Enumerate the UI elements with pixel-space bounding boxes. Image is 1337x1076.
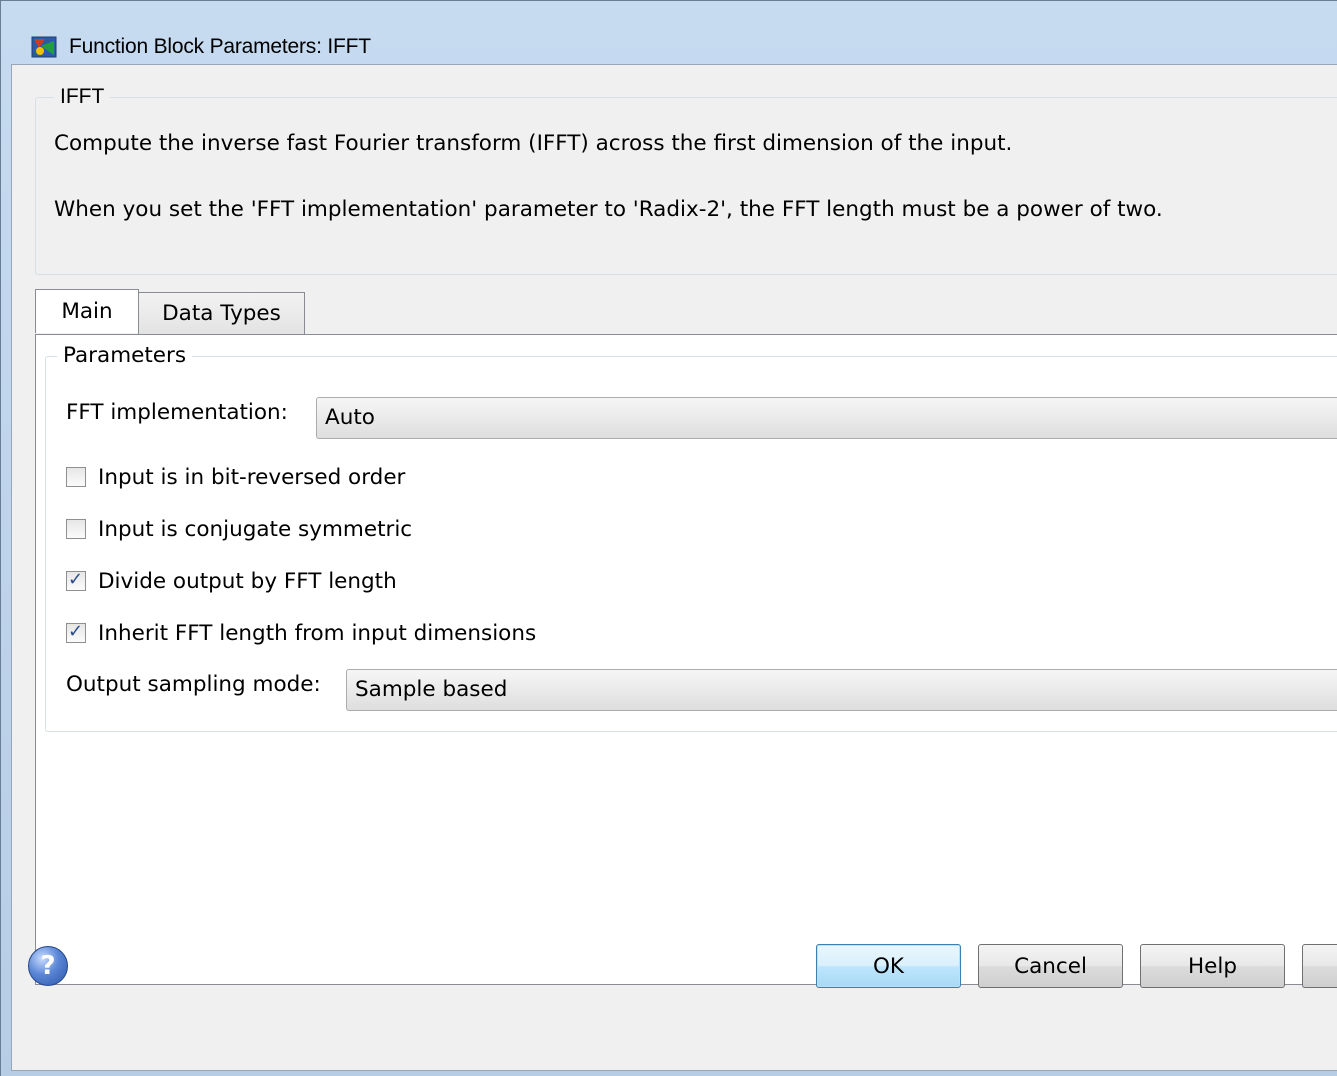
description-line-1: Compute the inverse fast Fourier transfo… [54,131,1013,156]
bit-reversed-checkbox[interactable] [66,467,86,487]
output-sampling-mode-value: Sample based [355,677,508,702]
help-button-label: Help [1187,953,1237,979]
title-bar[interactable]: Function Block Parameters: IFFT [1,1,1337,58]
output-sampling-mode-select[interactable]: Sample based [346,669,1337,711]
cancel-button[interactable]: Cancel [978,944,1123,988]
tab-panel-main: Parameters FFT implementation: Auto Inpu… [35,334,1337,985]
ok-button-label: OK [872,953,905,979]
checkmark-icon: ✓ [68,621,84,642]
description-group-label: IFFT [54,85,111,109]
conjugate-symmetric-label: Input is conjugate symmetric [98,516,413,542]
tab-main[interactable]: Main [35,289,139,333]
divide-output-checkbox-row[interactable]: ✓ Divide output by FFT length [66,566,397,596]
conjugate-symmetric-checkbox-row[interactable]: Input is conjugate symmetric [66,514,412,544]
tab-strip: Main Data Types [35,289,1337,335]
checkmark-icon: ✓ [68,569,84,590]
dialog-client-area: IFFT Compute the inverse fast Fourier tr… [11,64,1337,1071]
description-group [35,97,1337,275]
tab-data-types-label: Data Types [162,301,281,326]
parameters-group-label: Parameters [57,343,193,368]
fft-implementation-label: FFT implementation: [66,400,288,425]
bit-reversed-label: Input is in bit-reversed order [98,464,406,490]
output-sampling-mode-label: Output sampling mode: [66,672,321,697]
inherit-fft-length-label: Inherit FFT length from input dimensions [98,620,537,646]
conjugate-symmetric-checkbox[interactable] [66,519,86,539]
window-title: Function Block Parameters: IFFT [69,35,371,58]
fft-implementation-value: Auto [325,405,375,430]
dialog-window: Function Block Parameters: IFFT IFFT Com… [0,0,1337,1076]
apply-button-partial[interactable] [1302,944,1337,988]
help-button[interactable]: Help [1140,944,1285,988]
divide-output-label: Divide output by FFT length [98,568,397,594]
tab-main-label: Main [61,299,113,324]
fft-implementation-select[interactable]: Auto [316,397,1337,439]
inherit-fft-length-checkbox-row[interactable]: ✓ Inherit FFT length from input dimensio… [66,618,536,648]
divide-output-checkbox[interactable]: ✓ [66,569,86,591]
description-line-2: When you set the 'FFT implementation' pa… [54,197,1163,222]
inherit-fft-length-checkbox[interactable]: ✓ [66,621,86,643]
ok-button[interactable]: OK [816,944,961,988]
tab-data-types[interactable]: Data Types [138,292,305,334]
simulink-block-icon [31,36,57,58]
help-question-icon[interactable]: ? [28,946,68,986]
cancel-button-label: Cancel [1014,953,1087,979]
bit-reversed-checkbox-row[interactable]: Input is in bit-reversed order [66,462,405,492]
